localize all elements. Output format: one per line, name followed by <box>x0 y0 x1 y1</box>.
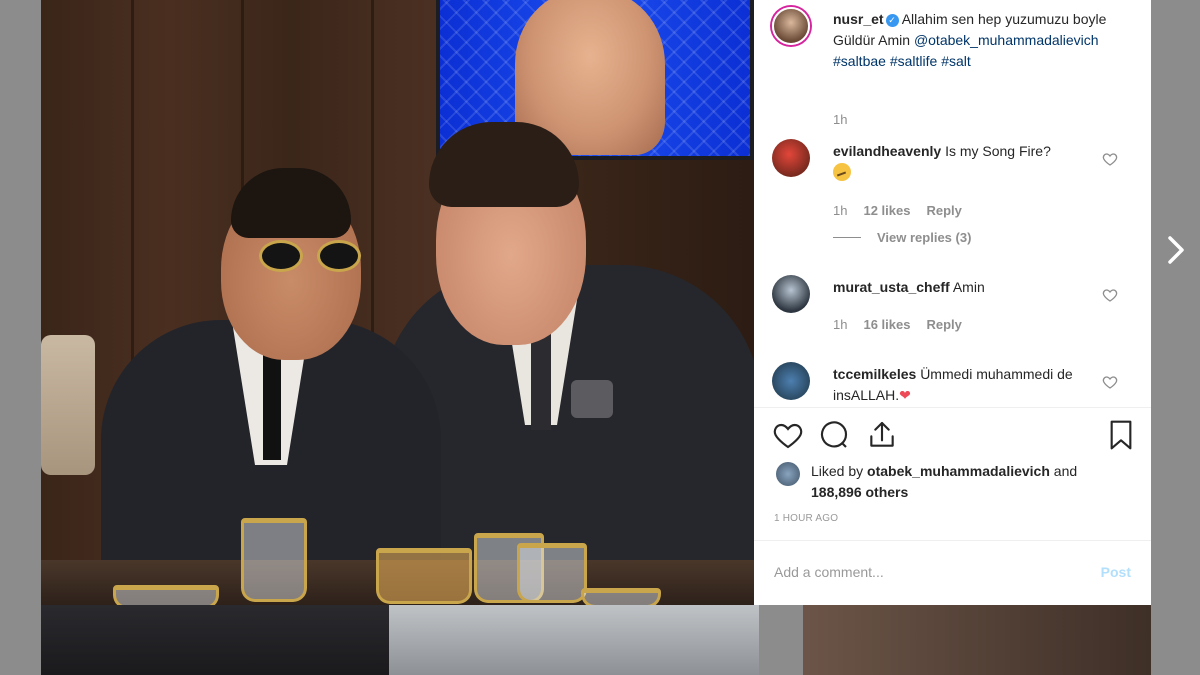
comment-like-heart-icon[interactable] <box>1102 374 1118 390</box>
commenter-avatar[interactable] <box>772 139 810 177</box>
comment-likes[interactable]: 12 likes <box>863 203 910 218</box>
person-left-hair <box>231 168 351 238</box>
post-timestamp[interactable]: 1 HOUR AGO <box>774 513 838 524</box>
post-caption: nusr_et ✓ Allahim sen hep yuzumuzu boyle … <box>833 9 1133 72</box>
thinking-face-emoji-icon <box>833 163 851 181</box>
view-replies-label: View replies (3) <box>877 230 972 245</box>
bookmark-icon[interactable] <box>1105 419 1137 451</box>
person-left-tie <box>263 350 281 460</box>
hashtag-link[interactable]: #saltlife <box>890 53 937 69</box>
section-divider <box>754 407 1151 408</box>
verified-badge-icon: ✓ <box>885 14 899 27</box>
heart-icon[interactable] <box>772 419 804 451</box>
comment-meta: 1h 12 likes Reply <box>833 203 978 218</box>
reply-button[interactable]: Reply <box>926 203 961 218</box>
grid-thumbnail[interactable] <box>803 605 1151 675</box>
round-sunglasses <box>253 240 363 274</box>
grid-thumbnail[interactable] <box>389 605 759 675</box>
hashtag-link[interactable]: #salt <box>941 53 971 69</box>
liker-avatar[interactable] <box>776 462 800 486</box>
add-comment-input[interactable]: Add a comment... <box>774 564 884 580</box>
comment-meta: 1h 16 likes Reply <box>833 317 978 332</box>
liked-by-others[interactable]: 188,896 others <box>811 484 908 500</box>
caption-mention[interactable]: @otabek_muhammadalievich <box>914 32 1099 48</box>
view-replies-button[interactable]: View replies (3) <box>833 230 971 245</box>
liked-by-and: and <box>1053 463 1078 479</box>
comment-username[interactable]: evilandheavenly <box>833 143 941 159</box>
comment-time[interactable]: 1h <box>833 203 847 218</box>
commenter-avatar[interactable] <box>772 362 810 400</box>
comment-time[interactable]: 1h <box>833 317 847 332</box>
red-heart-emoji-icon: ❤ <box>899 387 911 403</box>
share-icon[interactable] <box>866 419 898 451</box>
post-side-panel: nusr_et ✓ Allahim sen hep yuzumuzu boyle … <box>754 0 1151 605</box>
comment-like-heart-icon[interactable] <box>1102 151 1118 167</box>
comment-likes[interactable]: 16 likes <box>863 317 910 332</box>
commenter-avatar[interactable] <box>772 275 810 313</box>
comment-item: evilandheavenly Is my Song Fire? <box>833 141 1093 183</box>
water-glass <box>241 518 307 602</box>
liked-by-summary: Liked by otabek_muhammadalievich and 188… <box>811 461 1131 503</box>
liked-by-user[interactable]: otabek_muhammadalievich <box>867 463 1050 479</box>
section-divider <box>754 540 1151 541</box>
water-glass <box>581 588 661 605</box>
next-arrow-icon[interactable] <box>1160 230 1192 270</box>
comment-item: murat_usta_cheff Amin <box>833 277 1093 298</box>
liked-by-prefix: Liked by <box>811 463 864 479</box>
post-comment-button[interactable]: Post <box>1101 564 1131 580</box>
author-username[interactable]: nusr_et <box>833 11 884 27</box>
hashtag-link[interactable]: #saltbae <box>833 53 886 69</box>
grid-thumbnail[interactable] <box>41 605 389 675</box>
comment-item: tccemilkeles Ümmedi muhammedi de insALLA… <box>833 364 1093 406</box>
comment-text: Amin <box>952 279 985 295</box>
action-bar <box>772 419 1137 455</box>
comment-text: Is my Song Fire? <box>945 143 1051 159</box>
post-photo[interactable] <box>41 0 754 605</box>
author-avatar[interactable] <box>772 7 810 45</box>
caption-time[interactable]: 1h <box>833 112 847 127</box>
water-glass <box>517 543 587 603</box>
reply-button[interactable]: Reply <box>926 317 961 332</box>
water-glass <box>113 585 219 605</box>
comment-username[interactable]: murat_usta_cheff <box>833 279 950 295</box>
comment-icon[interactable] <box>818 419 850 451</box>
fruit-bowl <box>376 548 472 604</box>
comment-username[interactable]: tccemilkeles <box>833 366 916 382</box>
chair <box>41 335 95 475</box>
pocket-square <box>571 380 613 418</box>
comment-like-heart-icon[interactable] <box>1102 287 1118 303</box>
